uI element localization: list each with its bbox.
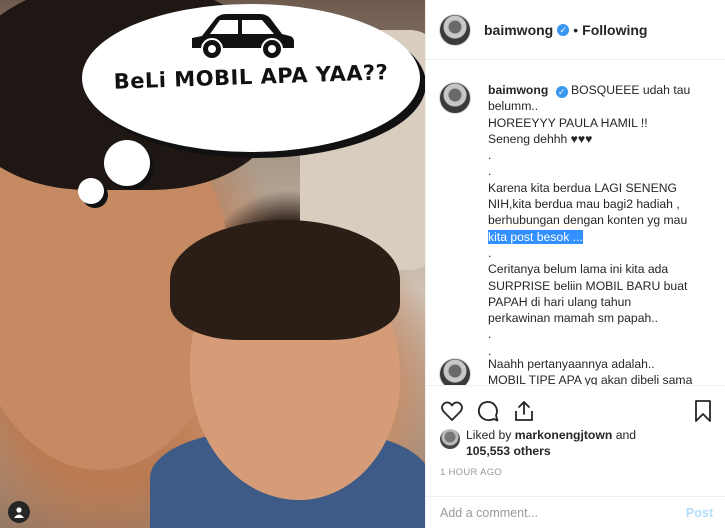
caption-line: Ceritanya belum lama ini kita ada — [488, 262, 669, 277]
avatar[interactable] — [439, 13, 471, 46]
caption-continued: Naahh pertanyaannya adalah.. MOBIL TIPE … — [488, 356, 716, 386]
caption-line: HOREEYYY PAULA HAMIL !! — [488, 115, 648, 130]
heart-icon[interactable] — [440, 399, 464, 423]
share-icon[interactable] — [512, 399, 536, 423]
caption-line: . — [488, 164, 492, 179]
comment-avatar[interactable] — [439, 358, 471, 385]
caption-line: Seneng dehhh ♥♥♥ — [488, 131, 593, 146]
post-sidebar: baimwong ✓ • Following baimwong ✓ BOSQUE… — [425, 0, 725, 528]
likes-count[interactable]: 105,553 others — [466, 443, 636, 459]
caption-line: berhubungan dengan konten yg mau — [488, 213, 688, 228]
caption-line: perkawinan mamah sm papah.. — [488, 311, 659, 326]
following-button[interactable]: Following — [582, 22, 647, 38]
caption-line: Naahh pertanyaannya adalah.. — [488, 357, 655, 371]
post-timestamp[interactable]: 1 HOUR AGO — [440, 467, 502, 478]
comment-icon[interactable] — [476, 399, 500, 423]
post-photo[interactable]: BeLi MOBIL APA YAA?? — [0, 0, 425, 528]
likes-prefix: Liked by — [466, 428, 512, 442]
caption-line: SURPRISE beliin MOBIL BARU buat — [488, 278, 688, 293]
separator-dot: • — [573, 21, 579, 38]
caption-username[interactable]: baimwong — [488, 83, 548, 97]
verified-badge-icon: ✓ — [555, 86, 568, 98]
caption-first-line: BOSQUEEE udah tau — [571, 83, 691, 97]
header-username[interactable]: baimwong — [484, 22, 553, 38]
tagged-user-icon[interactable] — [8, 501, 30, 523]
action-bar — [426, 395, 725, 425]
likes-summary: Liked by markonengjtown and 105,553 othe… — [440, 427, 636, 459]
woman-hair — [170, 220, 400, 340]
caption-line: NIH,kita berdua mau bagi2 hadiah , — [488, 197, 680, 212]
thought-dot-large — [104, 140, 150, 186]
selected-text: kita post besok ... — [488, 229, 583, 244]
add-comment-bar: Post — [426, 496, 725, 528]
car-icon — [192, 14, 294, 60]
caption-line: . — [488, 245, 492, 260]
comment-input[interactable] — [440, 505, 660, 520]
verified-badge-icon: ✓ — [557, 23, 570, 36]
caption-line: PAPAH di hari ulang tahun — [488, 294, 632, 309]
thought-dot-small — [78, 178, 104, 204]
post-header: baimwong ✓ • Following — [426, 0, 725, 60]
caption-line: belumm.. — [488, 99, 539, 114]
caption-avatar[interactable] — [439, 82, 471, 114]
post-comment-button[interactable]: Post — [686, 506, 713, 520]
caption-line: MOBIL TIPE APA yg akan dibeli sama — [488, 373, 693, 386]
likes-and: and — [615, 428, 637, 442]
caption-line: . — [488, 327, 492, 342]
bookmark-icon[interactable] — [692, 399, 714, 423]
comments-scroll[interactable]: baimwong ✓ BOSQUEEE udah tau belumm.. HO… — [426, 60, 725, 386]
liker-username[interactable]: markonengjtown — [515, 428, 613, 442]
caption-line: . — [488, 148, 492, 163]
liker-avatar[interactable] — [440, 429, 460, 449]
caption-line: Karena kita berdua LAGI SENENG — [488, 180, 678, 195]
caption: baimwong ✓ BOSQUEEE udah tau belumm.. HO… — [488, 82, 713, 359]
